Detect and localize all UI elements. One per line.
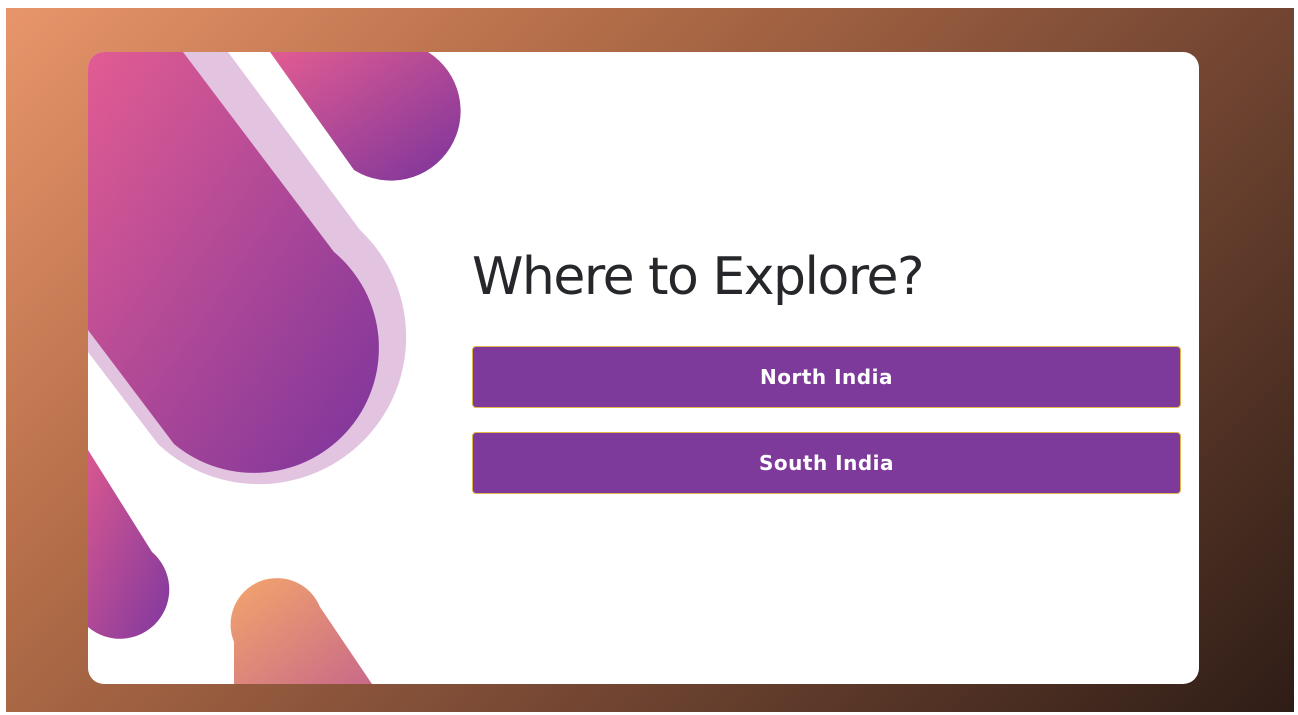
orange-pill-shape	[230, 578, 372, 684]
explore-card: Where to Explore? North India South Indi…	[88, 52, 1199, 684]
bottom-left-pill-shape	[88, 450, 170, 639]
decorative-shapes	[88, 52, 461, 684]
north-india-button[interactable]: North India	[472, 346, 1181, 408]
page-title: Where to Explore?	[472, 247, 925, 307]
south-india-button[interactable]: South India	[472, 432, 1181, 494]
content-area: Where to Explore? North India South Indi…	[472, 240, 1181, 494]
